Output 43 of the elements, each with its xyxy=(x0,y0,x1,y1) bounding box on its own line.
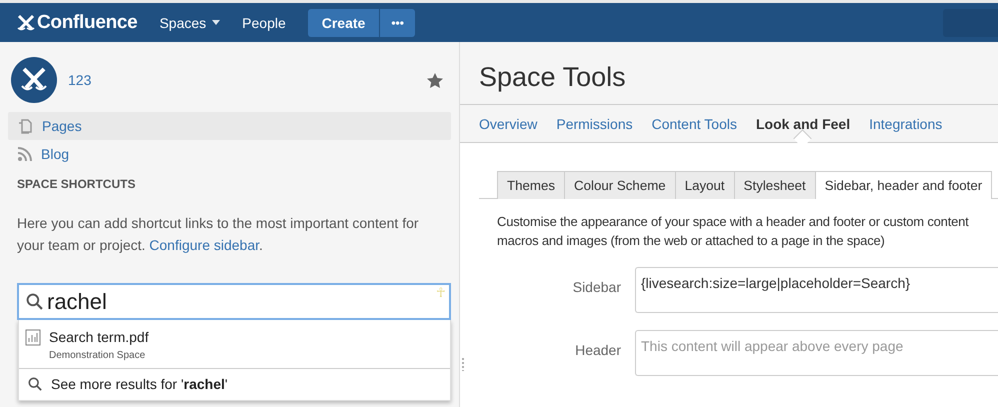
nav-link[interactable]: People xyxy=(242,14,286,30)
nav-tab[interactable]: Overview xyxy=(479,116,538,132)
nav-tab[interactable]: Look and Feel xyxy=(756,116,850,132)
more-button[interactable]: ••• xyxy=(379,8,415,36)
search-icon xyxy=(26,293,43,310)
configure-sidebar-link[interactable]: Configure sidebar xyxy=(149,237,260,253)
space-avatar[interactable] xyxy=(11,57,57,103)
nav-tab[interactable]: Permissions xyxy=(556,116,633,132)
more-results-item[interactable]: See more results for 'rachel' xyxy=(19,369,450,400)
tab[interactable]: Stylesheet xyxy=(734,171,816,199)
search-icon xyxy=(28,377,42,391)
search-field[interactable]: rachel ☥ xyxy=(17,283,451,320)
tab[interactable]: Sidebar, header and footer xyxy=(814,171,992,199)
pages-icon xyxy=(17,118,33,134)
nav-tab[interactable]: Content Tools xyxy=(652,116,737,132)
search-result[interactable]: Search term.pdf Demonstration Space xyxy=(19,320,450,369)
tab[interactable]: Themes xyxy=(497,171,566,199)
field-label: Header xyxy=(574,341,621,360)
file-icon xyxy=(25,329,41,346)
section-heading: SPACE SHORTCUTS xyxy=(17,177,136,191)
text-field[interactable]: {livesearch:size=large|placeholder=Search} xyxy=(635,267,998,313)
rss-icon xyxy=(17,146,32,162)
field-label: Sidebar xyxy=(572,278,621,297)
more-results-text: See more results for 'rachel' xyxy=(51,376,228,392)
shortcuts-description: Here you can add shortcut links to the most important content for your team or project. Configure sidebar. xyxy=(17,214,420,255)
nav-link[interactable]: Spaces xyxy=(159,14,220,30)
confluence-logo[interactable]: Confluence xyxy=(17,12,138,34)
space-name-link[interactable]: 123 xyxy=(68,72,427,88)
create-button[interactable]: Create xyxy=(308,8,380,36)
nav-tab[interactable]: Integrations xyxy=(869,116,942,132)
space-logo-icon xyxy=(20,67,48,93)
page-title: Space Tools xyxy=(460,42,998,105)
sidebar-item[interactable]: Blog xyxy=(8,140,451,168)
result-space: Demonstration Space xyxy=(49,350,146,361)
description: Customise the appearance of your space with a header and footer or custom content macros and images (from the web or attached to a page in the space) xyxy=(497,213,970,250)
sidebar-item[interactable]: Pages xyxy=(8,112,451,140)
resize-handle[interactable] xyxy=(462,357,464,371)
result-title: Search term.pdf xyxy=(49,329,149,345)
tab[interactable]: Layout xyxy=(674,171,735,199)
logo-text: Confluence xyxy=(37,12,138,34)
star-icon[interactable] xyxy=(427,72,443,88)
tab[interactable]: Colour Scheme xyxy=(564,171,676,199)
logo-icon xyxy=(17,14,35,30)
